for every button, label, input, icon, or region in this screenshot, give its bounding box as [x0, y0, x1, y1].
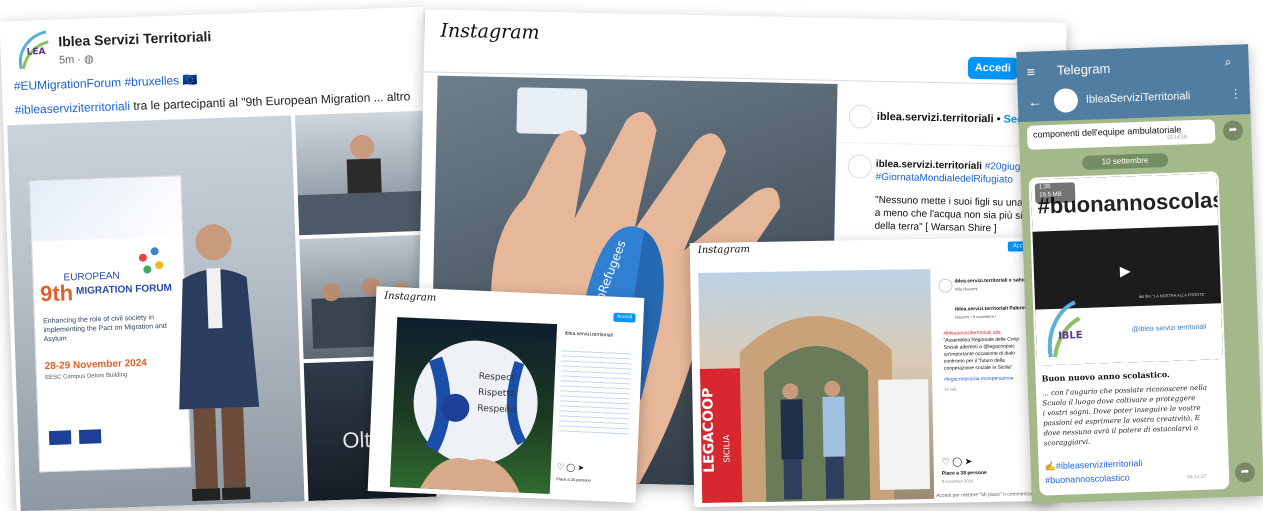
instagram-post-ball: Instagram Accedi Respect Rispetto Respei… [367, 286, 645, 503]
svg-text:SICILIA: SICILIA [722, 434, 731, 462]
app-title: Telegram [1056, 60, 1111, 78]
video-size: 19.5 MB [1039, 191, 1062, 199]
message-bubble: #buonannoscolastico 1:35 19.5 MB ▶ dal f… [1028, 171, 1230, 496]
back-arrow-icon[interactable]: ← [1028, 93, 1043, 109]
globe-icon: ◍ [83, 53, 94, 66]
instagram-logo[interactable]: Instagram [440, 20, 539, 44]
account-avatar[interactable] [848, 104, 874, 129]
action-icons[interactable]: ♡ ◯ ➤ [941, 456, 972, 468]
channel-name[interactable]: IbleaServiziTerritoriali [1086, 90, 1191, 106]
login-button[interactable]: Accedi [613, 312, 636, 323]
post-hashtags[interactable]: #EUMigrationForum #bruxelles 🇪🇺 [14, 73, 198, 93]
post-account: iblea.servizi.territoriali #20giugno [875, 158, 1032, 174]
video-thumbnail[interactable]: #buonannoscolastico 1:35 19.5 MB ▶ dal f… [1030, 173, 1224, 366]
svg-text:LEGACOOP: LEGACOOP [700, 388, 717, 473]
likes-count: Piace a 20 persone [556, 476, 591, 483]
legacoop-photo[interactable]: LEGACOOP SICILIA [698, 268, 935, 503]
quote-line-3: della terra" [ Warsan Shire ] [874, 220, 997, 235]
svg-text:Respeito: Respeito [477, 404, 517, 416]
account-name[interactable]: iblea.servizi.territoriali e saho_ [954, 277, 1027, 284]
more-icon[interactable]: ⋮ [1230, 86, 1242, 100]
action-icons[interactable]: ♡ ◯ ➤ [557, 462, 585, 472]
caption-hashtag[interactable]: #ibleaserviziterritoriali [14, 99, 130, 117]
forum-photo[interactable]: EUROPEAN 9th MIGRATION FORUM Enhancing t… [7, 115, 305, 511]
telegram-header: ≡ Telegram ⌕ ← IbleaServiziTerritoriali … [1016, 44, 1251, 123]
share-icon[interactable]: ➦ [1234, 462, 1256, 483]
login-hint[interactable]: Accedi per mettere "Mi piace" o commenta… [936, 491, 1036, 499]
instagram-logo[interactable]: Instagram [698, 244, 750, 256]
caption-lines [558, 346, 633, 436]
login-button[interactable]: Accedi [967, 56, 1019, 80]
video-duration: 1:35 [1038, 184, 1051, 191]
previous-message: componenti dell'equipe ambulatoriale 55 … [1026, 119, 1216, 150]
post-hashtag[interactable]: #GiornataMondialedelRifugiato [875, 172, 1013, 186]
share-icon[interactable]: ➦ [1222, 120, 1244, 142]
quote-line-2: a meno che l'acqua non sia più sicura [874, 207, 1042, 223]
instagram-logo[interactable]: Instagram [384, 291, 437, 304]
menu-icon[interactable]: ≡ [1027, 64, 1036, 80]
play-icon[interactable]: ▶ [1120, 262, 1131, 279]
svg-text:IBLEA: IBLEA [1058, 330, 1083, 342]
svg-text:LEA: LEA [27, 47, 46, 58]
post-avatar[interactable] [847, 154, 873, 179]
forum-room-photo[interactable] [295, 110, 428, 236]
iblea-logo: LEA [11, 27, 54, 74]
telegram-channel: ≡ Telegram ⌕ ← IbleaServiziTerritoriali … [1016, 44, 1263, 504]
search-icon[interactable]: ⌕ [1224, 55, 1231, 70]
instagram-post-legacoop: Instagram Accedi LEGACOOP SICILIA iblea.… [689, 236, 1055, 508]
post-time: 5m · ◍ [58, 53, 94, 67]
svg-text:Respect: Respect [479, 372, 516, 384]
svg-text:Rispetto: Rispetto [478, 388, 516, 400]
post-account: iblea.servizi.territoriali Palermo, [954, 305, 1031, 313]
account-name[interactable]: iblea.servizi.territoriali • Segui [877, 111, 1034, 126]
channel-avatar[interactable] [1053, 88, 1079, 113]
ball-photo[interactable]: Respect Rispetto Respeito [389, 317, 558, 495]
likes-count: Piace a 38 persone [941, 470, 987, 477]
location: Villa Niscemi [954, 286, 978, 292]
page-name[interactable]: Iblea Servizi Territoriali [58, 28, 211, 49]
account-avatar[interactable] [938, 278, 953, 293]
account-name[interactable]: iblea.servizi.territoriali [565, 331, 613, 339]
message-title: Buon nuovo anno scolastico. [1041, 369, 1170, 384]
hashtag-school[interactable]: #buonannoscolastico [1045, 472, 1130, 485]
hashtag-iblea[interactable]: ✍️#ibleaserviziterritoriali [1044, 458, 1142, 472]
date-chip: 10 settembre [1081, 152, 1169, 170]
message-meta: 56 14:37 [1187, 473, 1207, 481]
